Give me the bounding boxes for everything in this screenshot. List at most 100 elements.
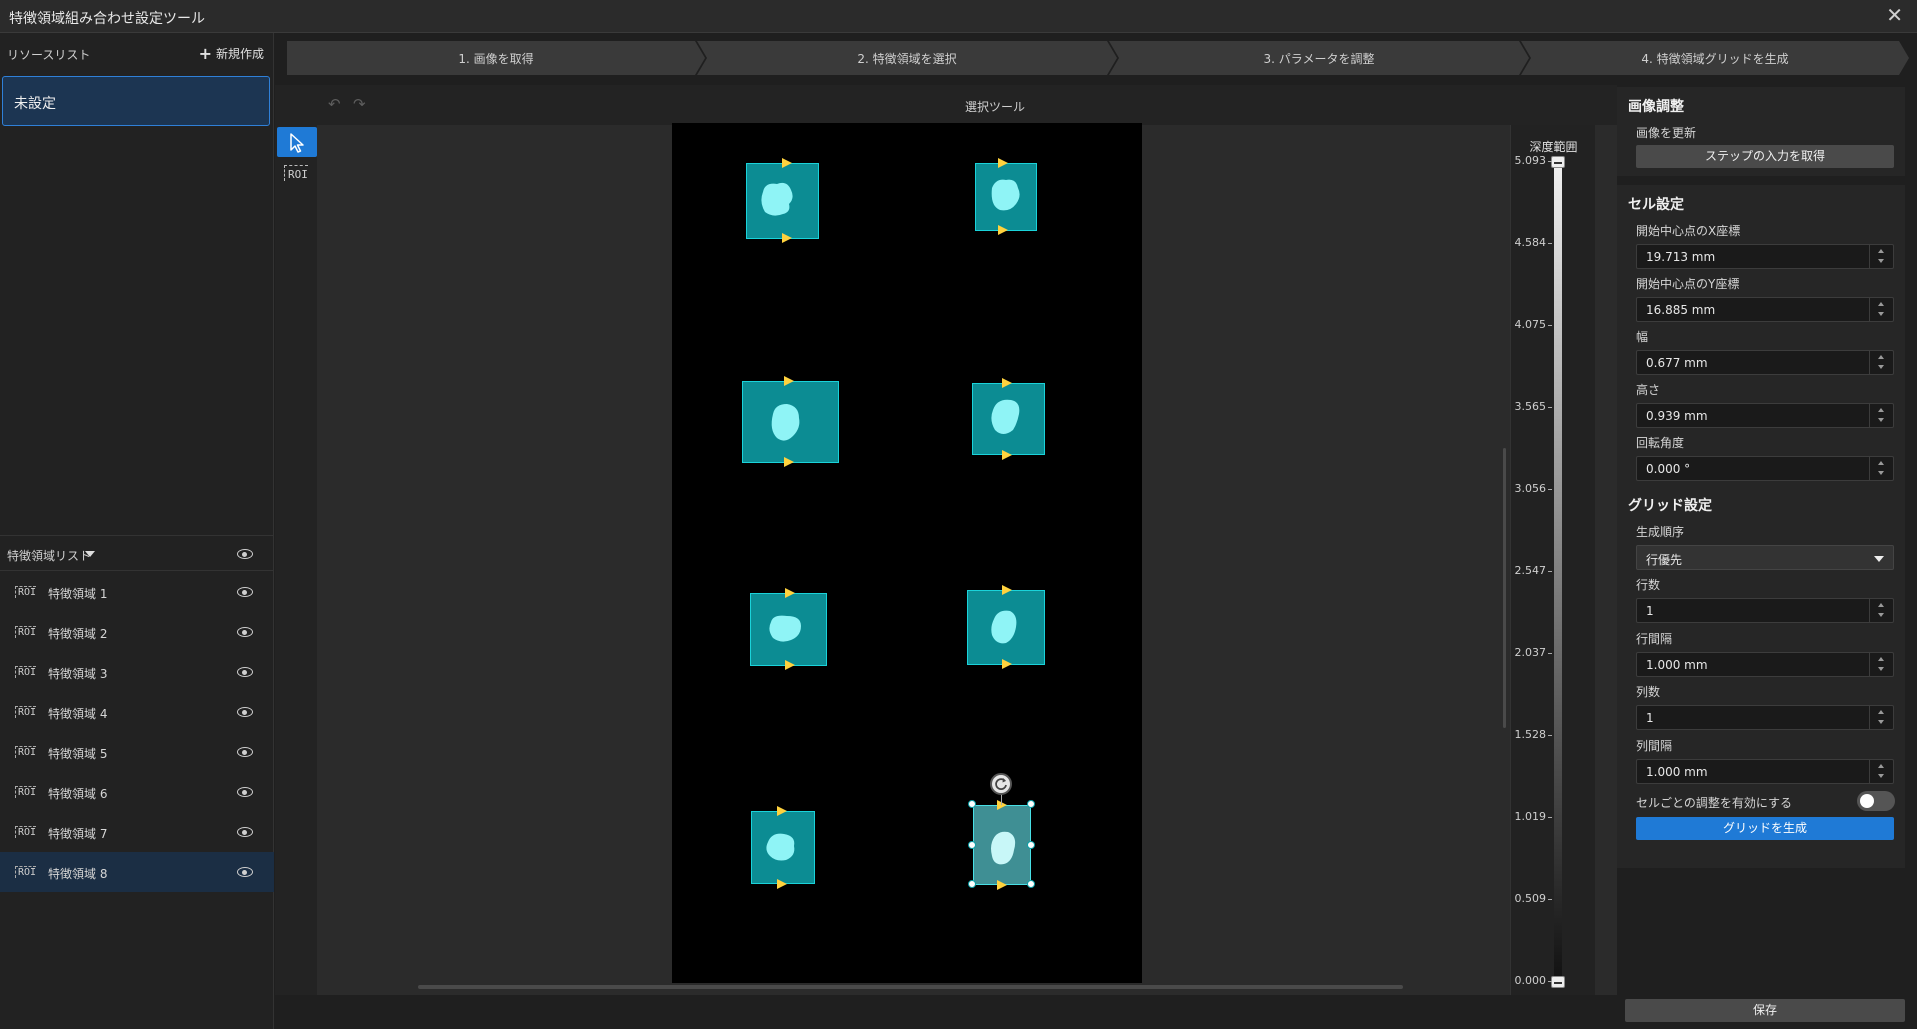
generation-order-select[interactable]: 行優先 bbox=[1636, 545, 1894, 570]
start-y-input[interactable]: 16.885 mm bbox=[1636, 297, 1894, 322]
feature-item-1[interactable]: ROI 特徴領域 1 bbox=[0, 572, 274, 612]
caret-down-icon[interactable] bbox=[85, 551, 95, 557]
resource-list-title: リソースリスト bbox=[7, 48, 91, 62]
close-icon[interactable]: ✕ bbox=[1886, 5, 1903, 25]
resize-handle[interactable] bbox=[1027, 841, 1035, 849]
resize-handle[interactable] bbox=[968, 880, 976, 888]
roi-region-4[interactable] bbox=[972, 383, 1045, 455]
spin-buttons[interactable] bbox=[1869, 653, 1893, 676]
feature-item-4[interactable]: ROI 特徴領域 4 bbox=[0, 692, 274, 732]
roi-region-1[interactable] bbox=[746, 163, 819, 239]
step-3[interactable]: 3. パラメータを調整 bbox=[1109, 41, 1529, 75]
roi-region-6[interactable] bbox=[967, 590, 1045, 665]
column-count-input[interactable]: 1 bbox=[1636, 705, 1894, 730]
roi-region-2[interactable] bbox=[975, 163, 1037, 231]
generate-grid-button[interactable]: グリッドを生成 bbox=[1636, 817, 1894, 840]
eye-icon[interactable] bbox=[237, 867, 253, 877]
blob-shape bbox=[991, 179, 1020, 211]
rotate-handle[interactable] bbox=[990, 773, 1012, 795]
roi-region-5[interactable] bbox=[750, 593, 827, 666]
feature-item-5[interactable]: ROI 特徴領域 5 bbox=[0, 732, 274, 772]
spin-buttons[interactable] bbox=[1869, 760, 1893, 783]
row-spacing-label: 行間隔 bbox=[1636, 632, 1673, 646]
right-panel: 画像調整 画像を更新 ステップの入力を取得 セル設定 開始中心点のX座標 19.… bbox=[1617, 87, 1907, 1029]
arrow-marker bbox=[785, 660, 795, 670]
spin-buttons[interactable] bbox=[1869, 599, 1893, 622]
fetch-step-input-button[interactable]: ステップの入力を取得 bbox=[1636, 145, 1894, 168]
width-input[interactable]: 0.677 mm bbox=[1636, 350, 1894, 375]
roi-icon: ROI bbox=[15, 586, 37, 598]
feature-item-6[interactable]: ROI 特徴領域 6 bbox=[0, 772, 274, 812]
spin-buttons[interactable] bbox=[1869, 457, 1893, 480]
arrow-marker bbox=[777, 806, 787, 816]
horizontal-scrollbar[interactable] bbox=[418, 985, 1403, 989]
eye-icon[interactable] bbox=[237, 627, 253, 637]
roi-icon: ROI bbox=[15, 826, 37, 838]
rotation-label: 回転角度 bbox=[1636, 436, 1685, 450]
feature-item-2[interactable]: ROI 特徴領域 2 bbox=[0, 612, 274, 652]
height-label: 高さ bbox=[1636, 383, 1661, 397]
vertical-scrollbar[interactable] bbox=[1503, 448, 1506, 728]
arrow-marker bbox=[784, 457, 794, 467]
column-spacing-label: 列間隔 bbox=[1636, 739, 1673, 753]
resource-item-unset[interactable]: 未設定 bbox=[2, 76, 270, 126]
height-input[interactable]: 0.939 mm bbox=[1636, 403, 1894, 428]
eye-icon[interactable] bbox=[237, 587, 253, 597]
step-2[interactable]: 2. 特徴領域を選択 bbox=[697, 41, 1117, 75]
rotation-value: 0.000 ° bbox=[1646, 462, 1691, 476]
depth-tick: 2.037 bbox=[1511, 646, 1552, 659]
feature-item-label: 特徴領域 4 bbox=[48, 707, 108, 721]
spin-buttons[interactable] bbox=[1869, 245, 1893, 268]
start-x-value: 19.713 mm bbox=[1646, 250, 1716, 264]
arrow-marker bbox=[784, 376, 794, 386]
feature-item-8[interactable]: ROI 特徴領域 8 bbox=[0, 852, 274, 892]
new-resource-label: 新規作成 bbox=[215, 47, 264, 61]
eye-icon[interactable] bbox=[237, 549, 253, 559]
spin-buttons[interactable] bbox=[1869, 298, 1893, 321]
row-spacing-input[interactable]: 1.000 mm bbox=[1636, 652, 1894, 677]
eye-icon[interactable] bbox=[237, 667, 253, 677]
roi-region-3[interactable] bbox=[742, 381, 839, 463]
eye-icon[interactable] bbox=[237, 747, 253, 757]
feature-item-3[interactable]: ROI 特徴領域 3 bbox=[0, 652, 274, 692]
blob-shape bbox=[766, 833, 795, 861]
depth-min-handle[interactable] bbox=[1551, 976, 1565, 988]
roi-region-7[interactable] bbox=[751, 811, 815, 884]
row-count-input[interactable]: 1 bbox=[1636, 598, 1894, 623]
feature-item-7[interactable]: ROI 特徴領域 7 bbox=[0, 812, 274, 852]
column-spacing-input[interactable]: 1.000 mm bbox=[1636, 759, 1894, 784]
resize-handle[interactable] bbox=[1027, 800, 1035, 808]
resize-handle[interactable] bbox=[968, 841, 976, 849]
depth-max-handle[interactable] bbox=[1551, 156, 1565, 168]
start-x-input[interactable]: 19.713 mm bbox=[1636, 244, 1894, 269]
feature-item-label: 特徴領域 5 bbox=[48, 747, 108, 761]
redo-icon[interactable]: ↷ bbox=[353, 95, 366, 113]
roi-icon: ROI bbox=[15, 786, 37, 798]
select-tool-button[interactable] bbox=[277, 127, 317, 157]
depth-tick: 2.547 bbox=[1511, 564, 1552, 577]
roi-region-8-selected[interactable] bbox=[973, 805, 1031, 885]
roi-icon: ROI bbox=[15, 866, 37, 878]
eye-icon[interactable] bbox=[237, 827, 253, 837]
spin-buttons[interactable] bbox=[1869, 351, 1893, 374]
feature-list: ROI 特徴領域 1 ROI 特徴領域 2 ROI 特徴領域 3 ROI 特徴領域 4 … bbox=[0, 572, 274, 892]
column-spacing-value: 1.000 mm bbox=[1646, 765, 1708, 779]
save-button[interactable]: 保存 bbox=[1625, 999, 1905, 1022]
roi-tool-button[interactable]: ROI bbox=[284, 165, 308, 181]
step-1[interactable]: 1. 画像を取得 bbox=[287, 41, 705, 75]
eye-icon[interactable] bbox=[237, 707, 253, 717]
undo-icon[interactable]: ↶ bbox=[328, 95, 341, 113]
width-label: 幅 bbox=[1636, 330, 1649, 344]
new-resource-button[interactable]: + 新規作成 bbox=[199, 44, 264, 63]
arrow-marker bbox=[777, 879, 787, 889]
step-4[interactable]: 4. 特徴領域グリッドを生成 bbox=[1521, 41, 1909, 75]
eye-icon[interactable] bbox=[237, 787, 253, 797]
rotation-input[interactable]: 0.000 ° bbox=[1636, 456, 1894, 481]
spin-buttons[interactable] bbox=[1869, 706, 1893, 729]
per-cell-adjust-toggle[interactable] bbox=[1857, 791, 1895, 811]
depth-gradient-bar bbox=[1554, 157, 1562, 983]
image-canvas[interactable] bbox=[672, 123, 1142, 983]
resize-handle[interactable] bbox=[968, 800, 976, 808]
resize-handle[interactable] bbox=[1027, 880, 1035, 888]
spin-buttons[interactable] bbox=[1869, 404, 1893, 427]
